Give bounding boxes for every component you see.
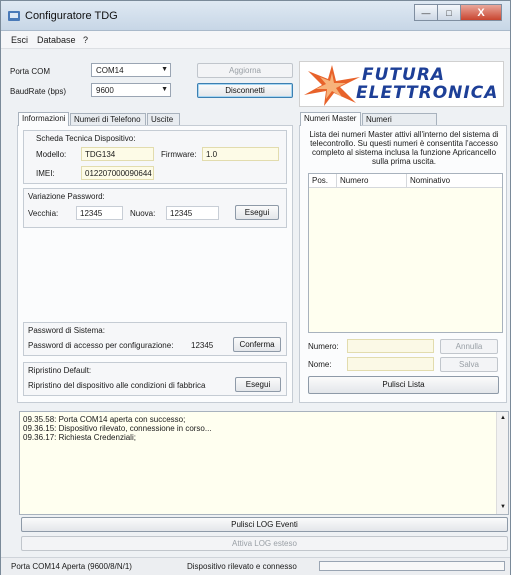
log-line: 09.36.15: Dispositivo rilevato, connessi… <box>23 424 212 433</box>
logo-text-top: FUTURA <box>362 65 446 85</box>
logo-text-bottom: ELETTRONICA <box>356 83 499 103</box>
save-button[interactable]: Salva <box>440 357 498 372</box>
imei-label: IMEI: <box>36 169 55 178</box>
master-description: Lista dei numeri Master attivi all'inter… <box>309 130 499 166</box>
disconnect-button[interactable]: Disconnetti <box>197 83 293 98</box>
restore-group: Ripristino Default: Ripristino del dispo… <box>23 362 287 396</box>
restore-execute-button[interactable]: Esegui <box>235 377 281 392</box>
log-line: 09.35.58: Porta COM14 aperta con success… <box>23 415 186 424</box>
window-title: Configuratore TDG <box>25 10 118 22</box>
nome-label: Nome: <box>308 360 332 369</box>
star-logo-icon <box>304 65 360 106</box>
execute-password-button[interactable]: Esegui <box>235 205 279 220</box>
update-button[interactable]: Aggiorna <box>197 63 293 78</box>
log-line: 09.36.17: Richiesta Credenziali; <box>23 433 136 442</box>
group-title-restore: Ripristino Default: <box>28 366 92 375</box>
menu-database[interactable]: Database <box>37 35 76 45</box>
clear-list-button[interactable]: Pulisci Lista <box>308 376 499 394</box>
clear-log-button[interactable]: Pulisci LOG Eventi <box>21 517 508 532</box>
chevron-down-icon: ▼ <box>161 66 168 73</box>
menu-bar: Esci Database ? <box>1 31 510 49</box>
cancel-button[interactable]: Annulla <box>440 339 498 354</box>
group-title-password: Variazione Password: <box>28 192 105 201</box>
imei-field: 012207000090644 <box>81 166 154 180</box>
close-button[interactable]: X <box>460 4 502 21</box>
chevron-down-icon: ▼ <box>161 86 168 93</box>
restore-label: Ripristino del dispositivo alle condizio… <box>28 381 206 390</box>
minimize-icon: — <box>421 7 431 18</box>
confirm-button[interactable]: Conferma <box>233 337 281 352</box>
maximize-icon: □ <box>446 7 452 18</box>
model-field: TDG134 <box>81 147 154 161</box>
port-label: Porta COM <box>10 67 51 76</box>
tab-informazioni[interactable]: Informazioni <box>18 112 69 126</box>
new-password-input[interactable]: 12345 <box>166 206 219 220</box>
master-panel: Lista dei numeri Master attivi all'inter… <box>299 125 507 403</box>
password-change-group: Variazione Password: Vecchia: 12345 Nuov… <box>23 188 287 228</box>
baud-value: 9600 <box>96 86 114 95</box>
title-bar: Configuratore TDG — □ X <box>1 1 510 31</box>
close-icon: X <box>477 6 485 19</box>
menu-help[interactable]: ? <box>83 35 88 45</box>
column-pos[interactable]: Pos. <box>309 174 337 188</box>
old-password-input[interactable]: 12345 <box>76 206 123 220</box>
model-label: Modello: <box>36 150 67 159</box>
maximize-button[interactable]: □ <box>437 4 461 21</box>
port-select[interactable]: COM14 ▼ <box>91 63 171 77</box>
group-title-device: Scheda Tecnica Dispositivo: <box>36 134 136 143</box>
status-port: Porta COM14 Aperta (9600/8/N/1) <box>11 562 132 571</box>
column-numero[interactable]: Numero <box>337 174 407 188</box>
baud-select[interactable]: 9600 ▼ <box>91 83 171 97</box>
numero-input[interactable] <box>347 339 434 353</box>
old-password-label: Vecchia: <box>28 209 59 218</box>
nome-input[interactable] <box>347 357 434 371</box>
port-value: COM14 <box>96 66 124 75</box>
tab-numeri-master[interactable]: Numeri Master <box>300 112 361 126</box>
column-nominativo[interactable]: Nominativo <box>407 174 502 188</box>
extended-log-button[interactable]: Attiva LOG esteso <box>21 536 508 551</box>
numero-label: Numero: <box>308 342 339 351</box>
brand-logo: FUTURA ELETTRONICA <box>299 61 504 107</box>
app-window: Configuratore TDG — □ X Esci Database ? … <box>0 0 511 575</box>
log-scrollbar[interactable]: ▲ ▼ <box>496 412 508 514</box>
group-title-system-password: Password di Sistema: <box>28 326 105 335</box>
new-password-label: Nuova: <box>130 209 156 218</box>
scroll-up-icon[interactable]: ▲ <box>500 414 506 423</box>
device-info-group: Scheda Tecnica Dispositivo: Modello: TDG… <box>23 130 287 184</box>
system-password-group: Password di Sistema: Password di accesso… <box>23 322 287 356</box>
system-password-value[interactable]: 12345 <box>191 341 213 350</box>
status-device: Dispositivo rilevato e connesso <box>187 562 297 571</box>
scroll-down-icon[interactable]: ▼ <box>500 503 506 512</box>
firmware-label: Firmware: <box>161 150 197 159</box>
app-icon <box>8 11 20 21</box>
master-list[interactable]: Pos. Numero Nominativo <box>308 173 503 333</box>
event-log[interactable]: 09.35.58: Porta COM14 aperta con success… <box>19 411 509 515</box>
baud-label: BaudRate (bps) <box>10 87 67 96</box>
firmware-field: 1.0 <box>202 147 279 161</box>
system-password-label: Password di accesso per configurazione: <box>28 341 174 350</box>
info-panel: Scheda Tecnica Dispositivo: Modello: TDG… <box>17 125 293 403</box>
status-progress-bar <box>319 561 505 571</box>
menu-esci[interactable]: Esci <box>11 35 28 45</box>
minimize-button[interactable]: — <box>414 4 438 21</box>
